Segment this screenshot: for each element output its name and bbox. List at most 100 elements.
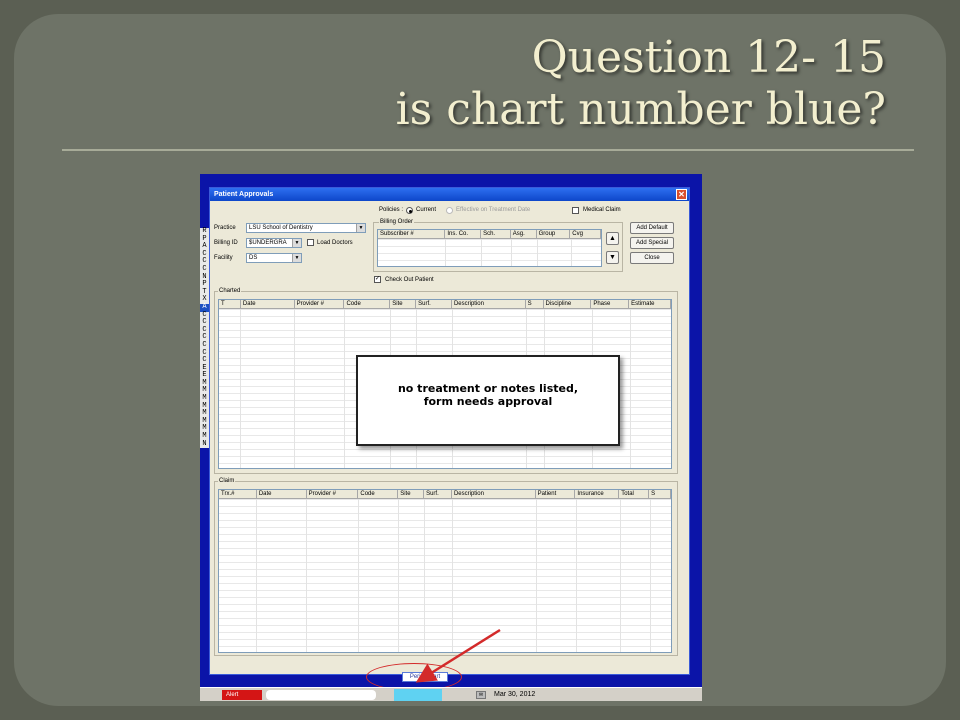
column-header[interactable]: Cvg	[570, 230, 601, 238]
column-header[interactable]: Site	[398, 490, 425, 498]
slide-title: Question 12- 15 is chart number blue?	[396, 32, 886, 136]
column-header[interactable]: Estimate	[629, 300, 671, 308]
column-divider	[511, 239, 512, 266]
add-default-button[interactable]: Add Default	[630, 222, 674, 234]
medical-claim-checkbox[interactable]	[572, 207, 579, 214]
column-header[interactable]: Date	[257, 490, 307, 498]
slide-title-line-2: is chart number blue?	[395, 84, 886, 135]
column-header[interactable]: Patient	[536, 490, 576, 498]
column-divider	[452, 499, 453, 652]
app-screenshot: RPACCCNPTXACCCCCCCEEMMMMMMMMN Patient Ap…	[200, 174, 702, 701]
side-letter-index: RPACCCNPTXACCCCCCCEEMMMMMMMMN	[200, 227, 209, 449]
status-taskbar: Alert ✉ Mar 30, 2012	[200, 687, 702, 701]
column-divider	[537, 239, 538, 266]
callout-line-2: form needs approval	[423, 395, 553, 408]
column-divider	[536, 499, 537, 652]
add-special-button[interactable]: Add Special	[630, 237, 674, 249]
practice-value: LSU School of Dentistry	[249, 225, 313, 231]
billing-order-title: Billing Order	[379, 219, 415, 225]
column-header[interactable]: Ins. Co.	[445, 230, 482, 238]
policies-label: Policies :	[379, 207, 404, 213]
move-down-button[interactable]: ▼	[606, 251, 619, 264]
billing-id-select[interactable]: $UNDERGRA ▼	[246, 238, 302, 248]
chevron-down-icon[interactable]: ▼	[292, 239, 301, 247]
patient-approvals-dialog: Patient Approvals ✕ Policies : Current E…	[209, 187, 690, 691]
dialog-title: Patient Approvals	[214, 191, 274, 198]
column-header[interactable]: T	[219, 300, 241, 308]
column-header[interactable]: Provider #	[295, 300, 345, 308]
facility-value: DS	[249, 255, 258, 261]
column-header[interactable]: Phase	[591, 300, 630, 308]
callout-line-1: no treatment or notes listed,	[397, 382, 579, 395]
chevron-down-icon[interactable]: ▼	[292, 254, 301, 262]
move-up-button[interactable]: ▲	[606, 232, 619, 245]
column-divider	[398, 499, 399, 652]
practice-label: Practice	[214, 225, 236, 231]
column-header[interactable]: Discipline	[544, 300, 592, 308]
claim-body	[219, 499, 671, 652]
column-divider	[630, 309, 631, 468]
close-button[interactable]: Close	[630, 252, 674, 264]
billing-id-label: Billing ID	[214, 240, 238, 246]
billing-id-value: $UNDERGRA	[249, 240, 287, 246]
column-header[interactable]: Surf.	[424, 490, 452, 498]
facility-label: Facility	[214, 255, 233, 261]
chart-number-field	[394, 689, 442, 701]
claim-title: Claim	[218, 478, 236, 484]
column-header[interactable]: Sch.	[481, 230, 511, 238]
column-header[interactable]: Site	[390, 300, 417, 308]
annotation-callout: no treatment or notes listed, form needs…	[356, 355, 620, 446]
charted-header: T Date Provider # Code Site Surf. Description S…	[219, 300, 671, 309]
practice-select[interactable]: LSU School of Dentistry ▼	[246, 223, 366, 233]
title-divider	[62, 149, 914, 151]
check-out-patient-checkbox[interactable]: ✓	[374, 276, 381, 283]
column-header[interactable]: Asg.	[511, 230, 537, 238]
billing-order-body	[378, 239, 601, 266]
facility-select[interactable]: DS ▼	[246, 253, 302, 263]
column-header[interactable]: Description	[452, 300, 526, 308]
column-header[interactable]: Subscriber #	[378, 230, 446, 238]
medical-claim-label: Medical Claim	[583, 207, 621, 213]
column-divider	[358, 499, 359, 652]
column-header[interactable]: Insurance	[575, 490, 620, 498]
column-header[interactable]: Total	[619, 490, 650, 498]
column-header[interactable]: Provider #	[307, 490, 359, 498]
taskbar-date: Mar 30, 2012	[494, 691, 536, 698]
column-divider	[620, 499, 621, 652]
alert-button[interactable]: Alert	[222, 690, 262, 700]
effective-radio[interactable]	[446, 207, 453, 214]
side-letter[interactable]: N	[200, 440, 209, 449]
column-header[interactable]: Date	[241, 300, 295, 308]
column-header[interactable]: Code	[344, 300, 391, 308]
column-header[interactable]: Code	[358, 490, 399, 498]
column-divider	[424, 499, 425, 652]
billing-order-header: Subscriber # Ins. Co. Sch. Asg. Group Cvg	[378, 230, 601, 239]
claim-grid: Trx.# Date Provider # Code Site Surf. Descript…	[218, 489, 672, 653]
slide-title-line-1: Question 12- 15	[531, 32, 886, 83]
billing-order-grid: Subscriber # Ins. Co. Sch. Asg. Group Cvg	[377, 229, 602, 267]
close-icon[interactable]: ✕	[676, 189, 687, 200]
load-doctors-label: Load Doctors	[317, 240, 353, 246]
column-header[interactable]: Surf.	[416, 300, 452, 308]
effective-radio-label: Effective on Treatment Date	[456, 207, 531, 213]
mail-icon[interactable]: ✉	[476, 691, 486, 699]
column-header[interactable]: S	[649, 490, 671, 498]
column-header[interactable]: Group	[537, 230, 571, 238]
chevron-down-icon[interactable]: ▼	[356, 224, 365, 232]
column-divider	[344, 309, 345, 468]
column-divider	[294, 309, 295, 468]
column-divider	[571, 239, 572, 266]
column-divider	[650, 499, 651, 652]
column-divider	[481, 239, 482, 266]
dialog-titlebar: Patient Approvals ✕	[210, 188, 689, 201]
column-header[interactable]: Description	[452, 490, 536, 498]
check-out-patient-label: Check Out Patient	[385, 277, 434, 283]
charted-title: Charted	[218, 288, 242, 294]
column-divider	[256, 499, 257, 652]
column-header[interactable]: S	[526, 300, 544, 308]
claim-header: Trx.# Date Provider # Code Site Surf. Descript…	[219, 490, 671, 499]
load-doctors-checkbox[interactable]	[307, 239, 314, 246]
column-header[interactable]: Trx.#	[219, 490, 257, 498]
current-radio[interactable]	[406, 207, 413, 214]
column-divider	[240, 309, 241, 468]
